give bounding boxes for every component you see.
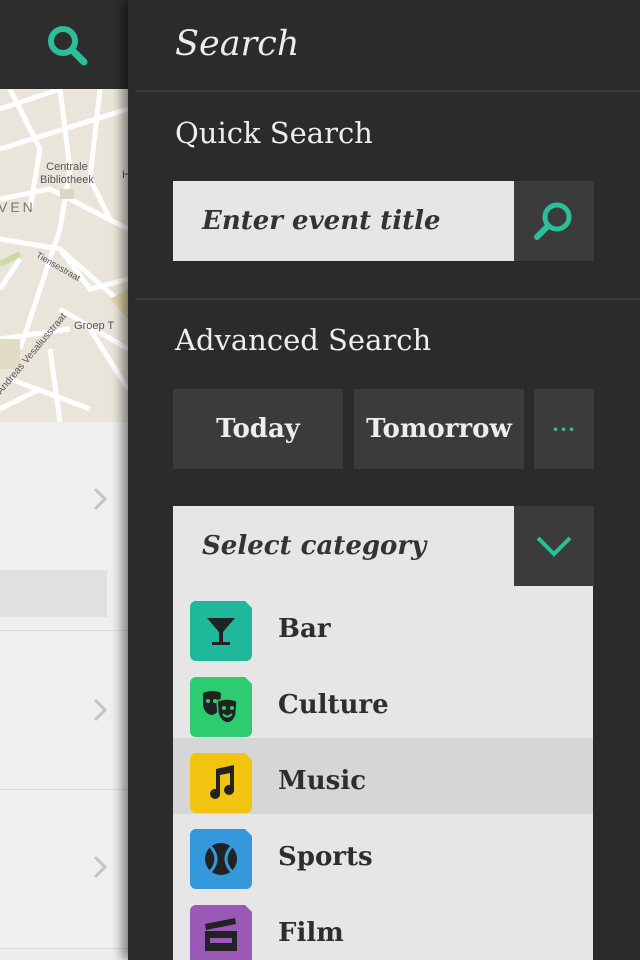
category-label: Film bbox=[278, 918, 344, 948]
search-icon[interactable] bbox=[44, 22, 90, 68]
category-option-music[interactable]: Music bbox=[173, 738, 593, 814]
map-label-groep-t: Groep T bbox=[74, 320, 115, 332]
background-app: Centrale Bibliotheek H VEN Tiensestraat G… bbox=[0, 0, 128, 960]
quick-search-heading: Quick Search bbox=[175, 116, 373, 150]
advanced-search-heading: Advanced Search bbox=[175, 323, 432, 357]
category-label: Music bbox=[278, 766, 367, 796]
tennis-ball-icon bbox=[190, 827, 257, 889]
category-label: Culture bbox=[278, 690, 389, 720]
chevron-right-icon bbox=[93, 487, 108, 511]
background-top-bar bbox=[0, 0, 128, 89]
divider bbox=[135, 90, 640, 92]
category-option-culture[interactable]: Culture bbox=[173, 662, 593, 738]
map-label-district: VEN bbox=[0, 199, 36, 215]
divider bbox=[135, 298, 640, 300]
category-dropdown-toggle[interactable] bbox=[514, 506, 594, 586]
clapperboard-icon bbox=[190, 903, 257, 960]
theater-masks-icon bbox=[190, 675, 257, 737]
search-drawer: Search Quick Search Enter event title Ad… bbox=[128, 0, 640, 960]
more-dates-button[interactable]: ··· bbox=[534, 389, 594, 469]
list-item[interactable] bbox=[0, 631, 128, 790]
search-icon bbox=[534, 202, 572, 240]
chevron-right-icon bbox=[93, 855, 108, 879]
music-note-icon bbox=[190, 751, 257, 813]
tomorrow-button[interactable]: Tomorrow bbox=[354, 389, 524, 469]
chevron-down-icon bbox=[536, 536, 572, 557]
map-label-library: Centrale Bibliotheek bbox=[40, 161, 94, 186]
category-select[interactable]: Select category bbox=[173, 506, 514, 586]
category-label: Sports bbox=[278, 842, 373, 872]
list-highlight-bar bbox=[0, 570, 107, 617]
category-option-bar[interactable]: Bar bbox=[173, 586, 593, 662]
chevron-right-icon bbox=[93, 698, 108, 722]
category-dropdown-list: Bar Culture Music Sports Film bbox=[173, 586, 593, 960]
category-option-sports[interactable]: Sports bbox=[173, 814, 593, 890]
category-option-film[interactable]: Film bbox=[173, 890, 593, 960]
drawer-title: Search bbox=[175, 24, 300, 64]
cocktail-icon bbox=[190, 599, 257, 661]
today-button[interactable]: Today bbox=[173, 389, 343, 469]
category-label: Bar bbox=[278, 614, 331, 644]
map-view[interactable]: Centrale Bibliotheek H VEN Tiensestraat G… bbox=[0, 89, 128, 422]
quick-search-button[interactable] bbox=[514, 181, 594, 261]
event-title-input[interactable]: Enter event title bbox=[173, 181, 514, 261]
list-item[interactable] bbox=[0, 790, 128, 949]
